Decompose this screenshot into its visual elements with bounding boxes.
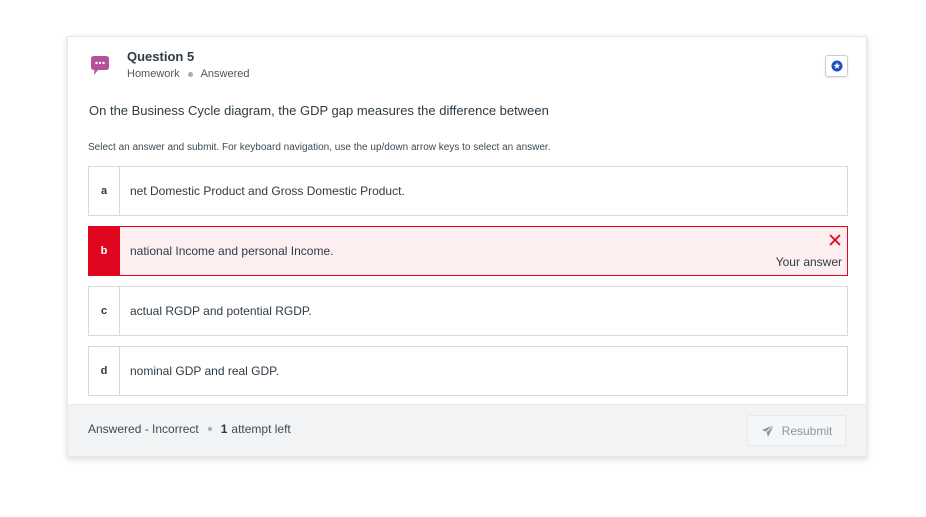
- attempts-label: attempt left: [231, 422, 291, 436]
- option-letter: c: [89, 287, 120, 335]
- question-state: Answered: [200, 68, 250, 80]
- option-letter: d: [89, 347, 120, 395]
- answer-instructions: Select an answer and submit. For keyboar…: [88, 142, 551, 153]
- question-prompt: On the Business Cycle diagram, the GDP g…: [89, 103, 549, 118]
- paper-plane-icon: [761, 424, 774, 437]
- question-title: Question 5: [127, 49, 195, 64]
- flag-question-button[interactable]: [825, 55, 848, 77]
- resubmit-button[interactable]: Resubmit: [747, 415, 846, 446]
- attempts-count: 1: [220, 422, 228, 436]
- separator-dot: [207, 427, 212, 431]
- question-card: Question 5 Homework Answered On the Busi…: [67, 36, 867, 457]
- option-text: net Domestic Product and Gross Domestic …: [130, 184, 405, 198]
- answer-option-b[interactable]: b national Income and personal Income. Y…: [88, 226, 848, 276]
- resubmit-label: Resubmit: [781, 423, 833, 438]
- status-text: Answered - Incorrect: [88, 422, 199, 436]
- option-letter: a: [89, 167, 120, 215]
- question-meta: Homework Answered: [127, 68, 250, 80]
- star-flag-icon: [831, 60, 842, 72]
- option-text: actual RGDP and potential RGDP.: [130, 304, 312, 318]
- option-letter: b: [89, 227, 120, 275]
- x-icon: [829, 234, 841, 246]
- answer-status: Answered - Incorrect 1 attempt left: [88, 422, 291, 436]
- option-text: nominal GDP and real GDP.: [130, 364, 279, 378]
- separator-dot: [187, 71, 193, 77]
- answer-option-c[interactable]: c actual RGDP and potential RGDP.: [88, 286, 848, 336]
- option-text: national Income and personal Income.: [130, 244, 334, 258]
- question-type: Homework: [127, 68, 180, 80]
- your-answer-label: Your answer: [775, 255, 842, 269]
- question-footer: Answered - Incorrect 1 attempt left Resu…: [68, 404, 866, 456]
- answer-option-d[interactable]: d nominal GDP and real GDP.: [88, 346, 848, 396]
- answer-option-a[interactable]: a net Domestic Product and Gross Domesti…: [88, 166, 848, 216]
- chat-bubble-icon: [91, 56, 109, 75]
